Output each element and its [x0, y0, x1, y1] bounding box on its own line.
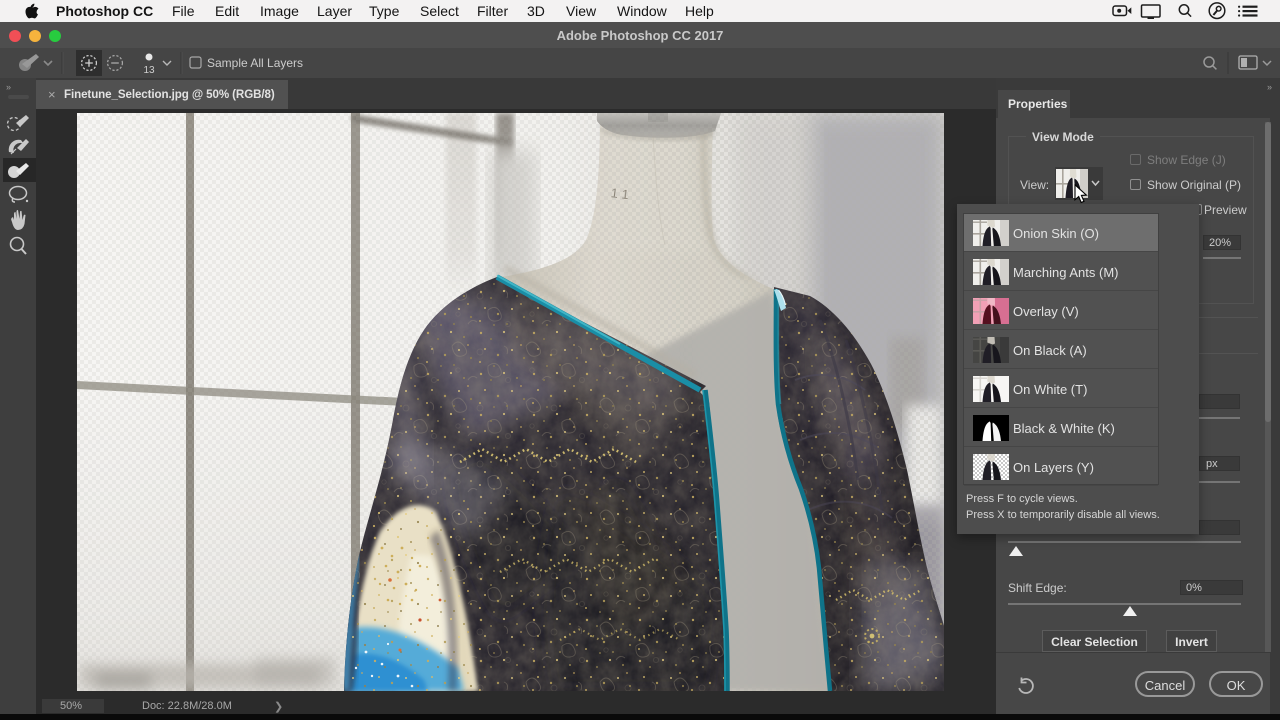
svg-text:Sample All Layers: Sample All Layers — [207, 56, 303, 70]
svg-text:13: 13 — [143, 65, 155, 76]
svg-text:»: » — [6, 82, 11, 92]
